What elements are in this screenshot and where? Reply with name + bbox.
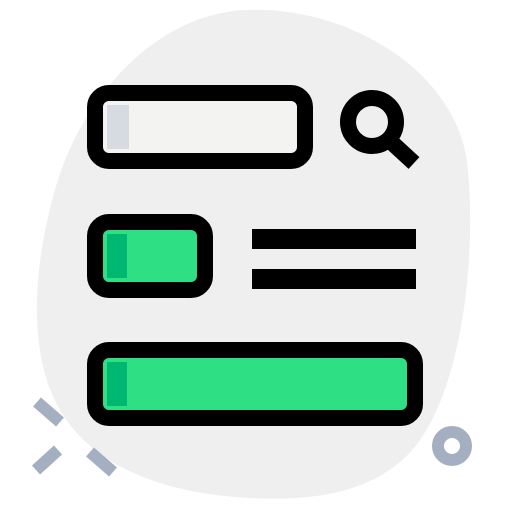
search-results-layout-icon <box>31 9 472 499</box>
icon-canvas <box>0 0 512 512</box>
result-bar <box>87 342 423 426</box>
ring-decoration <box>432 426 472 466</box>
thumbnail-block <box>87 214 213 298</box>
search-bar <box>87 85 313 169</box>
